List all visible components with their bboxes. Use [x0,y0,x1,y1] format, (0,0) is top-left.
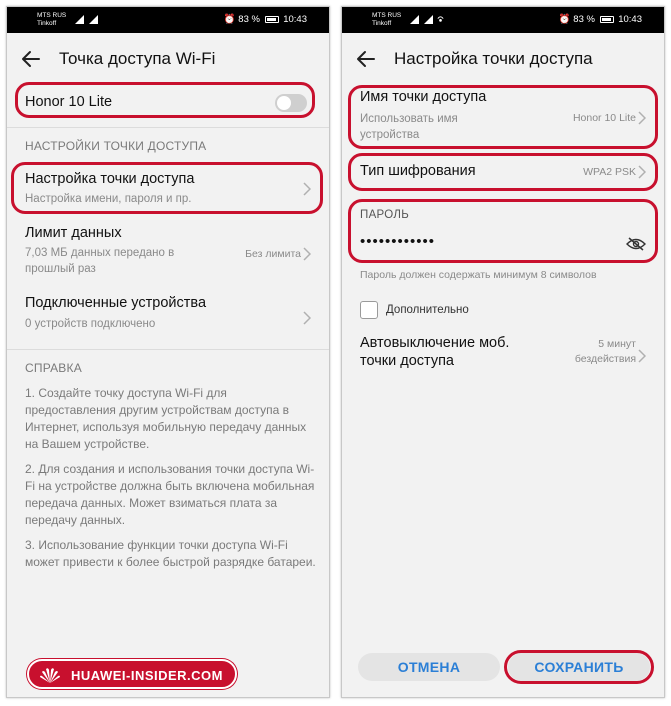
name-subtitle-2: устройства [360,129,420,141]
auto-off-title-2: точки доступа [360,353,454,369]
huawei-logo-icon [40,668,60,683]
data-limit-row[interactable]: Лимит данных 7,03 МБ данных передано в п… [7,221,329,281]
battery-percent: 83 % [238,14,260,25]
carrier-primary: MTS RUS [37,12,67,19]
status-bar: MTS RUS Tinkoff ⏰ 83 % 10:43 [7,7,329,33]
app-bar: Настройка точки доступа [342,33,664,85]
connected-devices-row[interactable]: Подключенные устройства 0 устройств подк… [7,291,329,339]
enc-value: WPA2 PSK [583,166,636,178]
clock: 10:43 [618,14,642,25]
signal-icon [75,15,84,24]
battery-percent: 83 % [573,14,595,25]
chevron-right-icon [638,111,646,125]
carrier-secondary: Tinkoff [37,20,57,27]
alarm-icon: ⏰ [558,14,571,25]
password-input[interactable]: •••••••••••• [360,233,435,250]
name-value: Honor 10 Lite [572,112,636,124]
hotspot-icon [437,16,444,22]
hotspot-switch[interactable] [275,94,307,112]
devices-title: Подключенные устройства [25,295,207,311]
signal-icon [410,15,419,24]
carrier-secondary: Tinkoff [372,20,392,27]
save-button[interactable]: СОХРАНИТЬ [508,653,650,681]
battery-icon [599,16,614,23]
advanced-option[interactable]: Дополнительно [342,299,664,325]
auto-off-value-1: 5 минут [598,338,636,350]
right-phone-screen: MTS RUS Tinkoff ⏰ 83 % 10:43 Настройка т… [341,6,665,698]
divider [7,127,329,128]
help-paragraph: 3. Использование функции точки доступа W… [25,538,316,569]
hotspot-toggle-row[interactable]: Honor 10 Lite [7,85,329,121]
devices-subtitle: 0 устройств подключено [25,318,156,330]
advanced-label: Дополнительно [386,304,469,316]
auto-off-row[interactable]: Автовыключение моб. точки доступа 5 мину… [342,335,664,379]
app-bar: Точка доступа Wi-Fi [7,33,329,85]
help-paragraph: 2. Для создания и использования точки до… [25,462,315,527]
carrier-primary: MTS RUS [372,12,402,19]
password-label: ПАРОЛЬ [360,209,410,221]
page-title: Точка доступа Wi-Fi [59,49,216,68]
help-section-header: СПРАВКА [25,361,82,375]
status-right: ⏰ 83 % 10:43 [224,14,307,25]
status-right: ⏰ 83 % 10:43 [559,14,642,25]
chevron-right-icon [303,311,311,325]
limit-subtitle-2: прошлый раз [25,263,96,275]
encryption-type-row[interactable]: Тип шифрования WPA2 PSK [342,155,664,189]
limit-subtitle-1: 7,03 МБ данных передано в [25,247,175,259]
carrier-info: MTS RUS Tinkoff [37,11,98,31]
advanced-checkbox[interactable] [360,301,378,319]
carrier-info: MTS RUS Tinkoff [372,11,444,31]
signal-icon [89,15,98,24]
enc-title: Тип шифрования [360,163,476,179]
status-bar: MTS RUS Tinkoff ⏰ 83 % 10:43 [342,7,664,33]
chevron-right-icon [303,182,311,196]
cancel-button[interactable]: ОТМЕНА [358,653,500,681]
watermark-text: HUAWEI-INSIDER.COM [71,668,223,683]
back-arrow-icon[interactable] [356,49,376,69]
page-title: Настройка точки доступа [394,49,593,68]
divider [7,349,329,350]
left-phone-screen: MTS RUS Tinkoff ⏰ 83 % 10:43 Точка досту… [6,6,330,698]
limit-title: Лимит данных [25,225,122,241]
eye-off-icon[interactable] [626,237,646,251]
chevron-right-icon [638,165,646,179]
settings-section-header: НАСТРОЙКИ ТОЧКИ ДОСТУПА [25,139,207,153]
auto-off-value-2: бездействия [574,353,636,365]
name-title: Имя точки доступа [360,89,487,105]
alarm-icon: ⏰ [223,14,236,25]
hotspot-name-row[interactable]: Имя точки доступа Использовать имя устро… [342,89,664,147]
setup-subtitle: Настройка имени, пароля и пр. [25,193,192,205]
hotspot-name: Honor 10 Lite [25,94,113,110]
setup-title: Настройка точки доступа [25,171,195,187]
chevron-right-icon [638,349,646,363]
name-subtitle-1: Использовать имя [360,113,458,125]
clock: 10:43 [283,14,307,25]
signal-icon [424,15,433,24]
help-paragraph: 1. Создайте точку доступа Wi-Fi для пред… [25,386,307,451]
chevron-right-icon [303,247,311,261]
hotspot-setup-row[interactable]: Настройка точки доступа Настройка имени,… [7,165,329,213]
battery-icon [264,16,279,23]
password-field[interactable]: ПАРОЛЬ •••••••••••• [342,201,664,261]
limit-value: Без лимита [245,248,301,260]
watermark-badge: HUAWEI-INSIDER.COM [27,659,237,689]
back-arrow-icon[interactable] [21,49,41,69]
auto-off-title-1: Автовыключение моб. [360,335,510,351]
password-hint: Пароль должен содержать минимум 8 символ… [360,269,597,281]
